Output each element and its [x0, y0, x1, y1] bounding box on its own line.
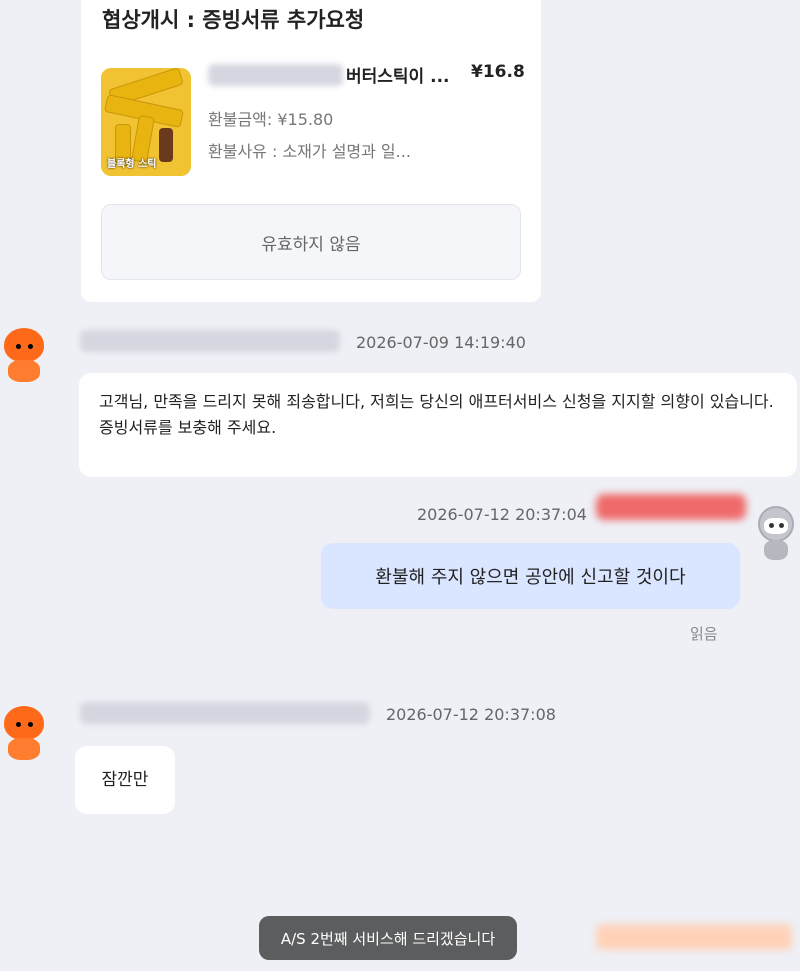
agent-message-bubble: 고객님, 만족을 드리지 못해 죄송합니다, 저희는 당신의 애프터서비스 신청… [79, 373, 797, 477]
product-price: ¥16.8 [471, 62, 525, 82]
product-name: 버터스틱이 ... [346, 67, 450, 87]
message-timestamp: 2026-07-12 20:37:08 [386, 705, 556, 724]
read-status: 읽음 [690, 625, 718, 643]
refund-amount: 환불금액: ¥15.80 [208, 110, 334, 129]
user-avatar[interactable] [754, 502, 798, 564]
agent-avatar[interactable] [2, 324, 46, 386]
redacted-user-name [596, 494, 746, 520]
negotiation-card: 협상개시 : 증빙서류 추가요청 블록형 스틱 버터스틱이 ... ¥16.8 … [81, 0, 541, 302]
user-message-bubble: 환불해 주지 않으면 공안에 신고할 것이다 [321, 543, 740, 609]
agent-message-bubble: 잠깐만 [75, 746, 175, 814]
card-title: 협상개시 : 증빙서류 추가요청 [102, 8, 365, 32]
redacted-product-name [208, 64, 343, 86]
redacted-action-button[interactable] [596, 924, 792, 950]
message-timestamp: 2026-07-12 20:37:04 [417, 505, 587, 524]
redacted-sender-name [80, 330, 340, 352]
toast-notification: A/S 2번째 서비스해 드리겠습니다 [259, 916, 517, 960]
redacted-sender-name [80, 702, 370, 724]
message-timestamp: 2026-07-09 14:19:40 [356, 333, 526, 352]
refund-reason: 환불사유 : 소재가 설명과 일... [208, 142, 411, 161]
invalid-status-button[interactable]: 유효하지 않음 [101, 204, 521, 280]
agent-avatar[interactable] [2, 702, 46, 764]
product-thumbnail[interactable]: 블록형 스틱 [101, 68, 191, 176]
thumbnail-caption: 블록형 스틱 [107, 159, 157, 170]
